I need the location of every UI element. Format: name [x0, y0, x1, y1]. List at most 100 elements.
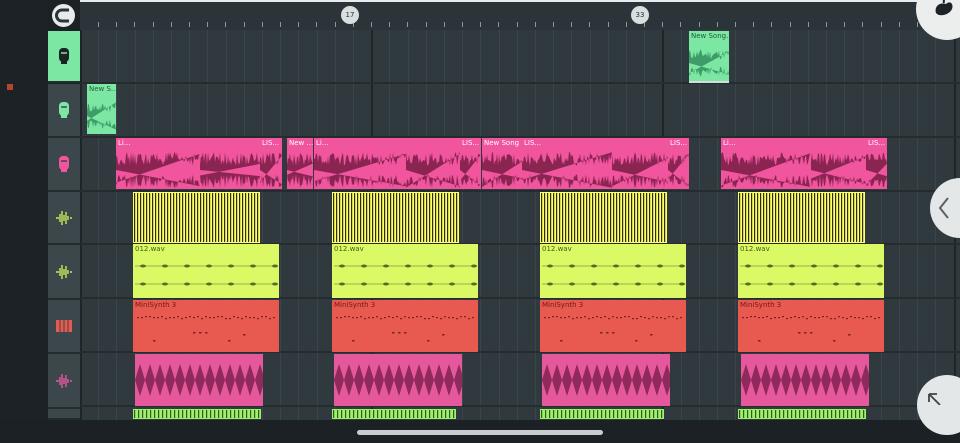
- snap-button[interactable]: [52, 4, 75, 27]
- clip-waveform: [200, 152, 260, 188]
- grid-line: [535, 30, 536, 420]
- audio-clip[interactable]: [738, 192, 865, 243]
- audio-clip[interactable]: New S...: [87, 84, 116, 134]
- audio-clip[interactable]: 012.wav: [738, 244, 884, 298]
- clip-beats: [739, 193, 864, 242]
- audio-clip[interactable]: [612, 138, 668, 189]
- audio-clip[interactable]: [332, 192, 459, 243]
- ruler-tick: [771, 22, 773, 27]
- grid-line: [899, 30, 900, 420]
- audio-clip[interactable]: LIS...: [260, 138, 282, 189]
- audio-clip[interactable]: [133, 192, 260, 243]
- ruler-tick: [407, 22, 409, 27]
- ruler-tick: [389, 22, 391, 27]
- ruler-tick: [243, 22, 245, 27]
- clip-waveform: [87, 102, 116, 130]
- audio-clip[interactable]: [135, 354, 263, 406]
- audio-clip[interactable]: LIS...: [668, 138, 689, 189]
- track-header[interactable]: [48, 192, 80, 245]
- audio-clip[interactable]: New ...: [287, 138, 313, 189]
- audio-clip[interactable]: [811, 138, 866, 189]
- pattern-clip[interactable]: MiniSynth 3: [540, 300, 686, 352]
- clip-name: LIS...: [262, 139, 280, 147]
- track-header[interactable]: [48, 409, 80, 420]
- audio-clip[interactable]: Li...: [314, 138, 406, 189]
- clip-beats: [541, 193, 666, 242]
- clip-waveform: [866, 152, 887, 188]
- audio-clip[interactable]: 012.wav: [133, 244, 279, 298]
- ruler-tick: [898, 22, 900, 27]
- ruler-tick: [680, 22, 682, 27]
- ruler-tick: [844, 22, 846, 27]
- grid-line: [880, 30, 882, 420]
- track-header[interactable]: [48, 245, 80, 300]
- audio-clip[interactable]: [741, 354, 869, 406]
- audio-clip[interactable]: [200, 138, 260, 189]
- pattern-clip[interactable]: MiniSynth 3: [332, 300, 478, 352]
- audio-clip[interactable]: [406, 138, 460, 189]
- clip-waveform: [406, 152, 460, 188]
- audio-clip[interactable]: [540, 192, 667, 243]
- ruler-tick: [298, 22, 300, 27]
- magnet-icon: [55, 8, 69, 23]
- ruler-tick: [371, 22, 372, 27]
- ruler-tick: [152, 22, 154, 27]
- pattern-clip[interactable]: [133, 409, 261, 419]
- clip-waveform: [668, 153, 689, 187]
- ruler-tick: [589, 22, 591, 27]
- audio-clip[interactable]: LIS...: [522, 138, 612, 189]
- pattern-clip[interactable]: MiniSynth 3: [133, 300, 279, 352]
- clip-waveform: [334, 264, 477, 286]
- clip-name: Li...: [723, 139, 736, 147]
- audio-clip[interactable]: New Song ...: [482, 138, 522, 189]
- collapse-panel-button[interactable]: [930, 178, 960, 238]
- track-header[interactable]: [48, 300, 80, 354]
- audio-clip[interactable]: 012.wav: [332, 244, 478, 298]
- pattern-clip[interactable]: MiniSynth 3: [738, 300, 884, 352]
- audio-clip[interactable]: Li...: [721, 138, 811, 189]
- clip-waveform: [689, 49, 729, 77]
- grid-line: [516, 30, 518, 420]
- ruler-tick: [662, 22, 664, 27]
- audio-clip[interactable]: LIS...: [866, 138, 887, 189]
- track-header[interactable]: [48, 354, 80, 409]
- ruler-tick: [753, 22, 755, 27]
- ruler-tick: [698, 22, 700, 27]
- bar-marker-17[interactable]: 17: [341, 6, 359, 24]
- pattern-clip[interactable]: [540, 409, 664, 419]
- track-header[interactable]: [48, 84, 80, 138]
- grid-line: [116, 30, 118, 420]
- clip-waveform: [811, 152, 866, 188]
- ruler-tick: [116, 22, 118, 27]
- grid-line: [80, 30, 82, 420]
- ruler-tick: [862, 22, 864, 27]
- bar-marker-33[interactable]: 33: [631, 6, 649, 24]
- pattern-clip[interactable]: [738, 409, 866, 419]
- ruler-tick: [553, 22, 554, 27]
- clip-waveform: [740, 264, 883, 286]
- track-header[interactable]: [48, 138, 80, 192]
- audio-clip[interactable]: 012.wav: [540, 244, 686, 298]
- ruler-tick: [189, 22, 190, 27]
- main-menu-button[interactable]: [916, 0, 960, 40]
- clip-waveform: [612, 152, 668, 188]
- audio-clip[interactable]: Li...: [116, 138, 200, 189]
- audio-clip[interactable]: [334, 354, 462, 406]
- clip-notes: [333, 410, 455, 418]
- pattern-clip[interactable]: [332, 409, 456, 419]
- horizontal-scrollbar[interactable]: [357, 430, 603, 435]
- clip-notes: [739, 410, 865, 418]
- track-header[interactable]: [48, 31, 80, 83]
- timeline-ruler[interactable]: [80, 0, 960, 30]
- audio-clip[interactable]: [542, 354, 670, 406]
- ruler-tick: [625, 22, 627, 27]
- audio-clip[interactable]: LIS...: [460, 138, 481, 189]
- clip-waveform: [260, 152, 282, 188]
- audio-clip[interactable]: New Song...: [689, 31, 729, 83]
- clip-waveform: [460, 153, 481, 187]
- ruler-tick: [534, 22, 536, 27]
- grid-line: [298, 30, 300, 420]
- ruler-tick: [462, 22, 463, 27]
- grid-line: [280, 30, 282, 420]
- ruler-tick: [134, 22, 136, 27]
